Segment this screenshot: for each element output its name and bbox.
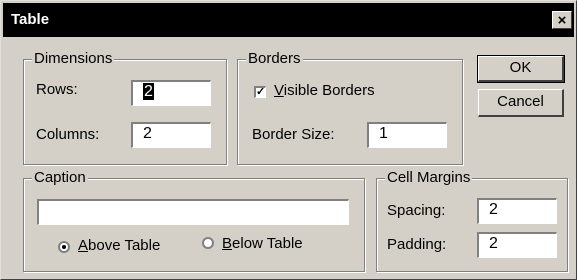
- ok-label: OK: [509, 59, 532, 76]
- caption-input[interactable]: [37, 199, 349, 225]
- caption-group: Caption Above Table Below Table: [23, 169, 365, 272]
- checkmark-icon: ✓: [256, 86, 266, 98]
- dimensions-legend: Dimensions: [32, 50, 115, 68]
- dimensions-group: Dimensions Rows: 2 Columns: 2: [23, 50, 227, 165]
- title-bar[interactable]: Table ×: [3, 3, 574, 37]
- spacing-value: 2: [489, 201, 498, 218]
- below-table-radio[interactable]: [202, 237, 214, 249]
- cell-margins-legend: Cell Margins: [385, 169, 473, 187]
- columns-label: Columns:: [36, 126, 100, 143]
- window-title: Table: [11, 11, 50, 28]
- spacing-label: Spacing:: [387, 202, 446, 219]
- below-table-label[interactable]: Below Table: [222, 235, 303, 253]
- visible-borders-label[interactable]: Visible Borders: [274, 82, 375, 100]
- columns-value: 2: [143, 125, 152, 142]
- ok-button[interactable]: OK: [477, 55, 565, 83]
- close-button[interactable]: ×: [552, 11, 572, 29]
- border-size-input[interactable]: 1: [367, 122, 447, 148]
- table-dialog: Table × Dimensions Rows: 2 Columns: 2 Bo…: [0, 0, 577, 280]
- border-size-value: 1: [379, 125, 388, 142]
- borders-legend: Borders: [246, 50, 303, 68]
- rows-label: Rows:: [36, 81, 78, 98]
- spacing-input[interactable]: 2: [477, 198, 557, 224]
- padding-input[interactable]: 2: [477, 232, 557, 258]
- cell-margins-group: Cell Margins Spacing: 2 Padding: 2: [376, 169, 568, 272]
- padding-value: 2: [489, 235, 498, 252]
- rows-value: 2: [143, 83, 154, 100]
- cancel-label: Cancel: [497, 93, 544, 110]
- borders-group: Borders ✓ Visible Borders Border Size: 1: [237, 50, 463, 165]
- radio-selected-dot: [62, 245, 66, 249]
- padding-label: Padding:: [387, 236, 447, 253]
- above-table-radio[interactable]: [58, 241, 70, 253]
- visible-borders-checkbox[interactable]: ✓: [254, 86, 266, 98]
- cancel-button[interactable]: Cancel: [478, 89, 564, 117]
- rows-input[interactable]: 2: [131, 80, 211, 106]
- columns-input[interactable]: 2: [131, 122, 211, 148]
- above-table-label[interactable]: Above Table: [78, 237, 160, 255]
- border-size-label: Border Size:: [252, 126, 335, 143]
- caption-legend: Caption: [32, 169, 88, 187]
- close-icon: ×: [557, 12, 567, 29]
